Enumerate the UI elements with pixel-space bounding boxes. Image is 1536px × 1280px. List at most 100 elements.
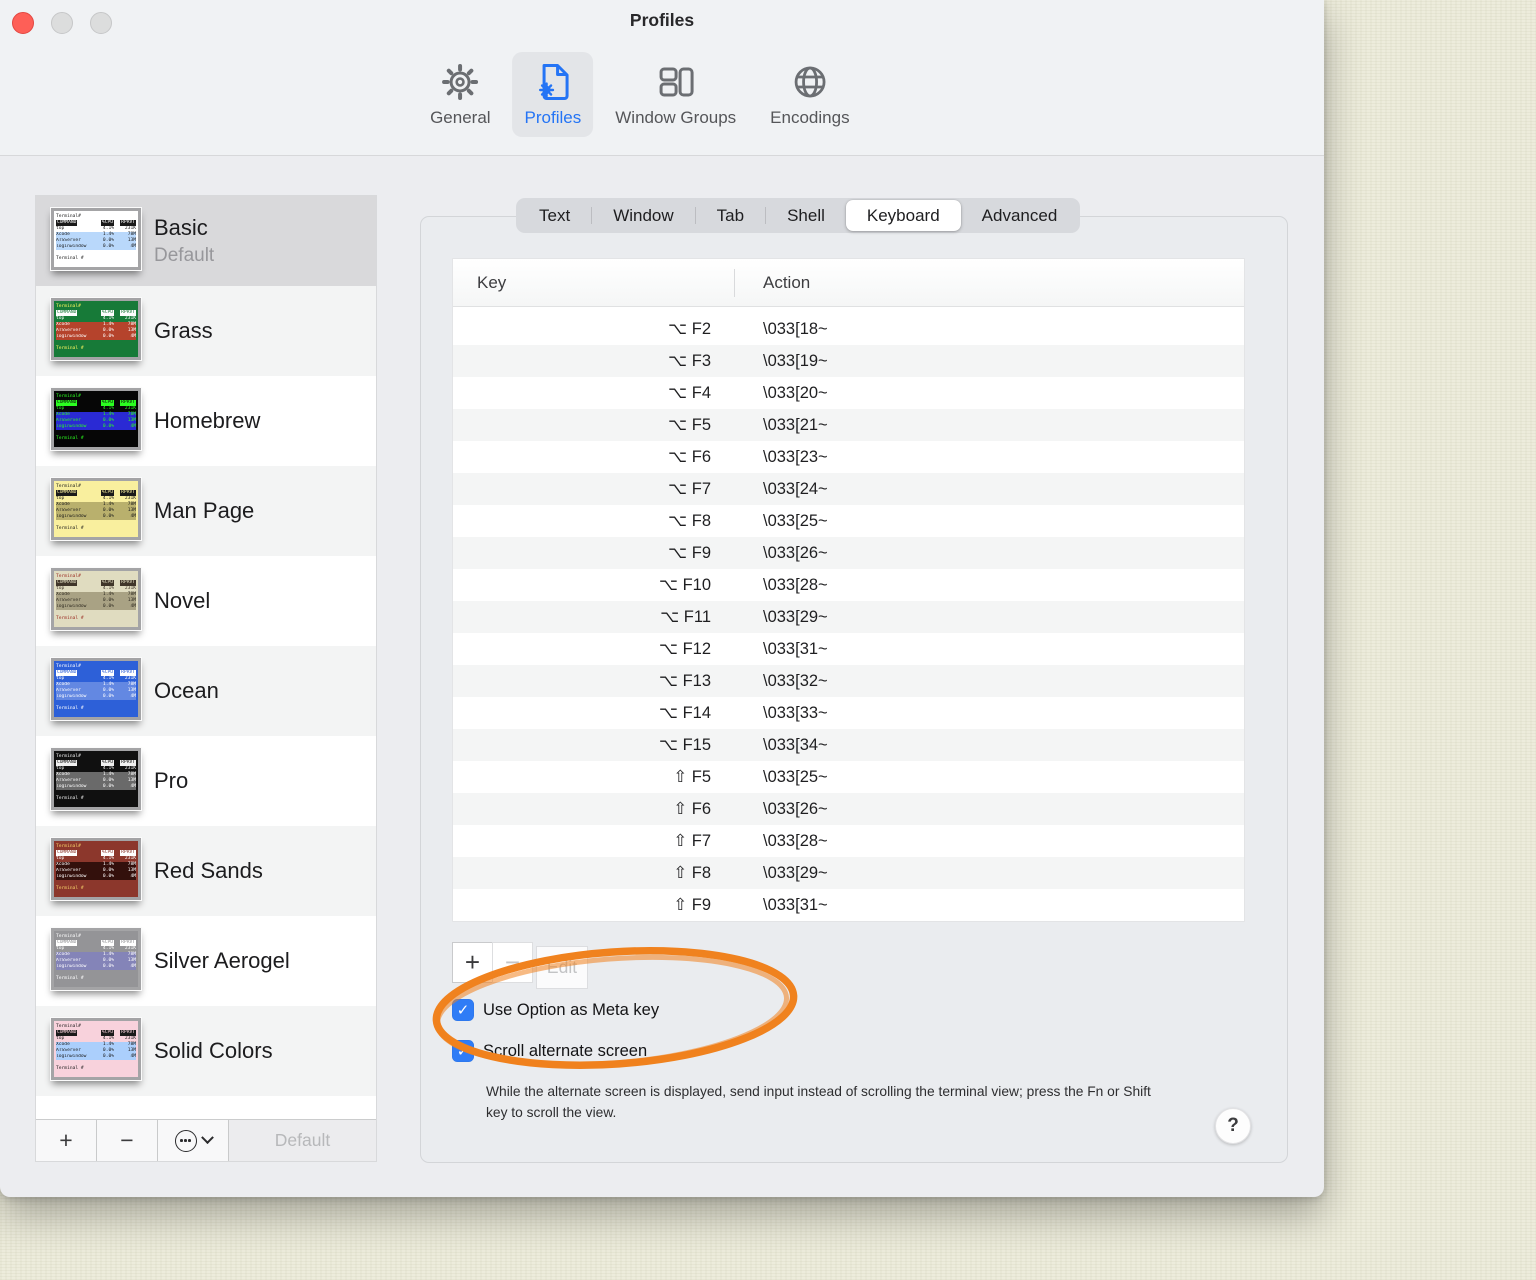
key-mapping-row[interactable]: ⌥ F11 \033[29~ bbox=[453, 601, 1244, 633]
key-mapping-row[interactable]: ⌥ F14 \033[33~ bbox=[453, 697, 1244, 729]
action-cell: \033[31~ bbox=[763, 895, 828, 914]
key-cell: ⇧ F6 bbox=[673, 800, 711, 818]
key-mapping-row[interactable]: ⌥ F15 \033[34~ bbox=[453, 729, 1244, 761]
profile-list-sidebar: Terminal# COMMAND %CPU RPRVT top 4.1% 231K Xcod… bbox=[35, 195, 377, 1162]
profile-name: Pro bbox=[154, 768, 189, 793]
profile-name: Novel bbox=[154, 588, 211, 613]
toolbar-item-encodings[interactable]: Encodings bbox=[758, 52, 861, 137]
key-mapping-row[interactable]: ⌥ F7 \033[24~ bbox=[453, 473, 1244, 505]
profile-thumbnail: Terminal# COMMAND %CPU RPRVT top 4.1% 231K Xcod… bbox=[50, 477, 142, 541]
profile-thumbnail: Terminal# COMMAND %CPU RPRVT top 4.1% 231K Xcod… bbox=[50, 747, 142, 811]
toolbar-item-profiles[interactable]: Profiles bbox=[512, 52, 594, 137]
profile-list-footer: + − Default bbox=[36, 1119, 376, 1161]
profile-thumbnail: Terminal# COMMAND %CPU RPRVT top 4.1% 231K Xcod… bbox=[50, 927, 142, 991]
profile-list-item-ocean[interactable]: Terminal# COMMAND %CPU RPRVT top 4.1% 231K Xcod… bbox=[36, 646, 376, 736]
profile-thumbnail: Terminal# COMMAND %CPU RPRVT top 4.1% 231K Xcod… bbox=[50, 1017, 142, 1081]
profile-list: Terminal# COMMAND %CPU RPRVT top 4.1% 231K Xcod… bbox=[36, 196, 376, 1096]
column-header-action: Action bbox=[763, 272, 811, 292]
tab-window[interactable]: Window bbox=[592, 200, 694, 231]
key-mapping-row[interactable]: ⇧ F9 \033[31~ bbox=[453, 889, 1244, 921]
key-mapping-row[interactable]: ⌥ F12 \033[31~ bbox=[453, 633, 1244, 665]
ellipsis-circle-icon bbox=[174, 1129, 197, 1152]
toolbar-item-general[interactable]: General bbox=[418, 52, 502, 137]
profile-thumbnail: Terminal# COMMAND %CPU RPRVT top 4.1% 231K Xcod… bbox=[50, 207, 142, 271]
key-mapping-row[interactable]: ⌥ F6 \033[23~ bbox=[453, 441, 1244, 473]
tab-text[interactable]: Text bbox=[518, 200, 591, 231]
key-mapping-row[interactable]: ⇧ F7 \033[28~ bbox=[453, 825, 1244, 857]
key-mapping-row[interactable]: ⇧ F5 \033[25~ bbox=[453, 761, 1244, 793]
key-mapping-row[interactable]: ⌥ F5 \033[21~ bbox=[453, 409, 1244, 441]
profile-list-item-homebrew[interactable]: Terminal# COMMAND %CPU RPRVT top 4.1% 231K Xcod… bbox=[36, 376, 376, 466]
profile-tabs: Text Window Tab Shell Keyboard Advanced bbox=[516, 198, 1081, 233]
gear-icon bbox=[442, 64, 479, 100]
key-mapping-row[interactable]: ⌥ F2 \033[18~ bbox=[453, 313, 1244, 345]
action-cell: \033[20~ bbox=[763, 383, 828, 402]
key-mapping-row[interactable]: ⇧ F6 \033[26~ bbox=[453, 793, 1244, 825]
action-cell: \033[26~ bbox=[763, 543, 828, 562]
key-mapping-table: Key Action ⌥ F2 \033[18~ ⌥ F3 \033[19~ ⌥… bbox=[452, 258, 1245, 922]
toolbar-item-window-groups[interactable]: Window Groups bbox=[603, 52, 748, 137]
window-title: Profiles bbox=[629, 10, 695, 30]
key-cell: ⌥ F9 bbox=[668, 544, 711, 562]
profile-name: Solid Colors bbox=[154, 1038, 273, 1063]
add-key-button[interactable]: + bbox=[452, 942, 493, 983]
action-cell: \033[25~ bbox=[763, 767, 828, 786]
edit-key-button[interactable]: Edit bbox=[536, 946, 588, 989]
help-button[interactable]: ? bbox=[1215, 1108, 1251, 1144]
key-mapping-row[interactable]: ⌥ F8 \033[25~ bbox=[453, 505, 1244, 537]
checkbox-checked[interactable]: ✓ bbox=[452, 1040, 474, 1062]
window-groups-icon bbox=[659, 67, 694, 97]
key-cell: ⌥ F14 bbox=[658, 704, 711, 722]
checkbox-checked[interactable]: ✓ bbox=[452, 999, 474, 1021]
table-header: Key Action bbox=[453, 259, 1244, 307]
add-profile-button[interactable]: + bbox=[36, 1120, 97, 1161]
tab-tab[interactable]: Tab bbox=[696, 200, 765, 231]
profile-list-item-red-sands[interactable]: Terminal# COMMAND %CPU RPRVT top 4.1% 231K Xcod… bbox=[36, 826, 376, 916]
key-cell: ⌥ F6 bbox=[668, 448, 711, 466]
key-cell: ⇧ F5 bbox=[673, 768, 711, 786]
action-cell: \033[26~ bbox=[763, 799, 828, 818]
profile-list-item-solid-colors[interactable]: Terminal# COMMAND %CPU RPRVT top 4.1% 231K Xcod… bbox=[36, 1006, 376, 1096]
action-cell: \033[31~ bbox=[763, 639, 828, 658]
profile-list-item-silver-aerogel[interactable]: Terminal# COMMAND %CPU RPRVT top 4.1% 231K Xcod… bbox=[36, 916, 376, 1006]
profile-name: Ocean bbox=[154, 678, 219, 703]
action-cell: \033[32~ bbox=[763, 671, 828, 690]
key-mapping-row[interactable]: ⌥ F9 \033[26~ bbox=[453, 537, 1244, 569]
action-cell: \033[29~ bbox=[763, 863, 828, 882]
profile-name: Man Page bbox=[154, 498, 255, 523]
profile-list-item-basic[interactable]: Terminal# COMMAND %CPU RPRVT top 4.1% 231K Xcod… bbox=[36, 196, 376, 286]
profile-list-item-novel[interactable]: Terminal# COMMAND %CPU RPRVT top 4.1% 231K Xcod… bbox=[36, 556, 376, 646]
key-cell: ⌥ F11 bbox=[660, 608, 711, 626]
action-cell: \033[33~ bbox=[763, 703, 828, 722]
key-cell: ⌥ F15 bbox=[658, 736, 711, 754]
profile-list-item-grass[interactable]: Terminal# COMMAND %CPU RPRVT top 4.1% 231K Xcod… bbox=[36, 286, 376, 376]
column-divider[interactable] bbox=[734, 269, 735, 297]
tab-keyboard[interactable]: Keyboard bbox=[845, 200, 961, 231]
action-cell: \033[24~ bbox=[763, 479, 828, 498]
more-options-button[interactable] bbox=[158, 1120, 229, 1161]
remove-profile-button[interactable]: − bbox=[97, 1120, 158, 1161]
key-cell: ⌥ F8 bbox=[668, 512, 711, 530]
profile-list-item-man-page[interactable]: Terminal# COMMAND %CPU RPRVT top 4.1% 231K Xcod… bbox=[36, 466, 376, 556]
set-default-button[interactable]: Default bbox=[229, 1120, 376, 1161]
profile-list-item-pro[interactable]: Terminal# COMMAND %CPU RPRVT top 4.1% 231K Xcod… bbox=[36, 736, 376, 826]
key-cell: ⌥ F13 bbox=[658, 672, 711, 690]
titlebar: Profiles General Profiles Window Groups bbox=[0, 0, 1324, 156]
key-mapping-row[interactable]: ⌥ F10 \033[28~ bbox=[453, 569, 1244, 601]
key-cell: ⌥ F2 bbox=[668, 320, 711, 338]
action-cell: \033[18~ bbox=[763, 319, 828, 338]
key-cell: ⇧ F7 bbox=[673, 832, 711, 850]
option-row-use-option-as-meta-key: ✓ Use Option as Meta key bbox=[452, 999, 659, 1021]
tab-shell[interactable]: Shell bbox=[766, 200, 846, 231]
profile-default-badge: Default bbox=[154, 245, 215, 266]
tab-advanced[interactable]: Advanced bbox=[961, 200, 1079, 231]
key-mapping-row[interactable]: ⇧ F8 \033[29~ bbox=[453, 857, 1244, 889]
action-cell: \033[29~ bbox=[763, 607, 828, 626]
profile-thumbnail: Terminal# COMMAND %CPU RPRVT top 4.1% 231K Xcod… bbox=[50, 387, 142, 451]
key-mapping-row[interactable]: ⌥ F4 \033[20~ bbox=[453, 377, 1244, 409]
key-mapping-row[interactable]: ⌥ F3 \033[19~ bbox=[453, 345, 1244, 377]
remove-key-button[interactable]: − bbox=[492, 942, 533, 983]
action-cell: \033[28~ bbox=[763, 831, 828, 850]
key-cell: ⌥ F7 bbox=[668, 480, 711, 498]
key-mapping-row[interactable]: ⌥ F13 \033[32~ bbox=[453, 665, 1244, 697]
